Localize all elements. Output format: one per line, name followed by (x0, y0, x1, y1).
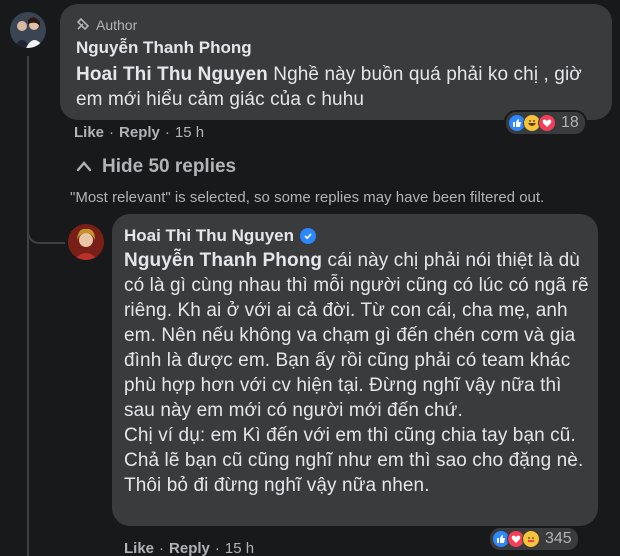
filter-notice: "Most relevant" is selected, so some rep… (70, 189, 545, 206)
author-badge: Author (76, 16, 137, 34)
reply-text: Nguyễn Thanh Phong cái này chị phải nói … (124, 248, 590, 498)
comment-author-name[interactable]: Nguyễn Thanh Phong (76, 38, 252, 58)
reply-body-1: cái này chị phải nói thiệt là dù có là g… (124, 250, 589, 421)
care-reaction-icon (522, 530, 540, 548)
thread-line (27, 56, 29, 556)
avatar-image-icon (10, 12, 46, 48)
comment-thread: Author Nguyễn Thanh Phong Hoai Thi Thu N… (0, 0, 620, 556)
reply-author-name[interactable]: Hoai Thi Thu Nguyen (124, 226, 294, 246)
separator-dot: · (164, 124, 170, 141)
reaction-summary[interactable]: 18 (504, 110, 587, 136)
avatar-image-icon (68, 224, 104, 260)
separator-dot: · (109, 124, 115, 141)
reply-paragraph: Nguyễn Thanh Phong cái này chị phải nói … (124, 248, 590, 423)
comment-actions: Like · Reply · 15 h (74, 124, 204, 141)
like-button[interactable]: Like (74, 124, 104, 141)
mention-link[interactable]: Hoai Thi Thu Nguyen (76, 64, 268, 85)
reply-button[interactable]: Reply (169, 540, 210, 556)
avatar-hoai-thi-thu-nguyen[interactable] (68, 224, 104, 260)
reaction-count: 18 (561, 114, 579, 131)
separator-dot: · (159, 540, 165, 556)
hide-replies-button[interactable]: Hide 50 replies (76, 156, 236, 178)
like-button[interactable]: Like (124, 540, 154, 556)
avatar-nguyen-thanh-phong[interactable] (10, 12, 46, 48)
reply-timestamp[interactable]: 15 h (225, 540, 254, 556)
comment-timestamp[interactable]: 15 h (175, 124, 204, 141)
reaction-summary[interactable]: 345 (488, 526, 580, 552)
reaction-count: 345 (545, 530, 572, 547)
author-badge-label: Author (96, 17, 138, 33)
reply-button[interactable]: Reply (119, 124, 160, 141)
author-badge-icon (76, 17, 90, 34)
verified-badge-icon (300, 228, 316, 244)
comment-text: Hoai Thi Thu Nguyen Nghề này buồn quá ph… (76, 62, 606, 112)
hide-replies-label: Hide 50 replies (102, 156, 237, 177)
reply-paragraph: Chị ví dụ: em Kì đến với em thì cũng chi… (124, 425, 584, 496)
mention-link[interactable]: Nguyễn Thanh Phong (124, 250, 322, 271)
chevron-up-icon (76, 156, 92, 178)
separator-dot: · (214, 540, 220, 556)
thread-connector (27, 222, 65, 244)
love-reaction-icon (538, 114, 556, 132)
reply-actions: Like · Reply · 15 h (124, 540, 254, 556)
reply-author-row: Hoai Thi Thu Nguyen (124, 226, 316, 246)
